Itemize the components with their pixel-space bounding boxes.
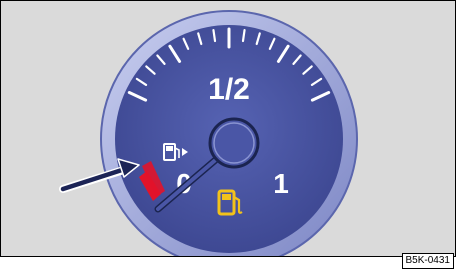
figure-code: B5K-0431 xyxy=(401,253,454,269)
fuel-gauge-illustration: 1/2 1 0 xyxy=(59,10,358,256)
gauge-label-half: 1/2 xyxy=(208,73,250,106)
gauge-tick xyxy=(241,29,246,43)
gauge-tick xyxy=(212,29,217,43)
gauge-label-full: 1 xyxy=(273,168,289,199)
illustration-frame: 1/2 1 0 xyxy=(0,0,456,257)
